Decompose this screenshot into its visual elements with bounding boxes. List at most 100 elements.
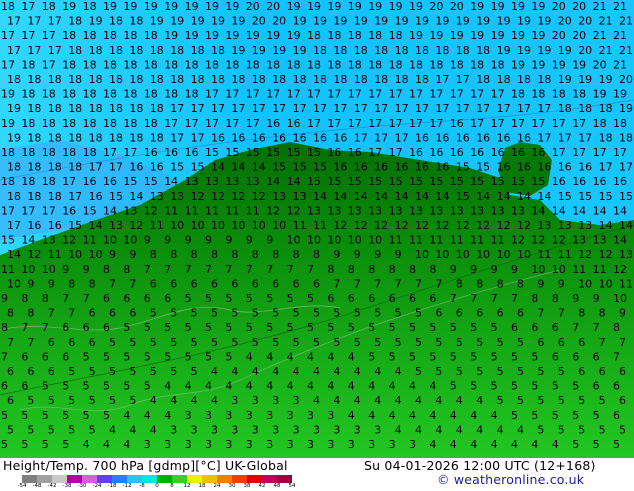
value-label: 9	[83, 263, 90, 276]
value-label: 18	[307, 29, 321, 42]
credit-link[interactable]: © weatheronline.co.uk	[437, 472, 584, 487]
value-label: 17	[307, 88, 321, 101]
value-label: 5	[62, 409, 69, 422]
value-label: 4	[185, 380, 192, 393]
value-label: 11	[450, 234, 464, 247]
value-label: 14	[287, 175, 301, 188]
value-label: 5	[578, 423, 585, 436]
color-scale-swatch	[247, 475, 263, 483]
value-label: 19	[62, 0, 76, 13]
value-label: 20	[272, 15, 286, 28]
value-label: 18	[109, 73, 123, 86]
value-label: 4	[83, 438, 90, 451]
value-label: 6	[103, 292, 110, 305]
value-label: 18	[123, 58, 137, 71]
value-label: 10	[348, 234, 362, 247]
value-label: 5	[225, 350, 232, 363]
value-label: 8	[68, 277, 75, 290]
value-label: 6	[7, 365, 14, 378]
value-label: 16	[327, 146, 341, 159]
value-label: 16	[613, 175, 627, 188]
value-label: 5	[450, 350, 457, 363]
value-label: 17	[89, 161, 103, 174]
value-label: 16	[150, 161, 164, 174]
value-label: 5	[1, 438, 8, 451]
value-label: 17	[7, 44, 21, 57]
value-label: 5	[395, 307, 402, 320]
value-label: 17	[435, 102, 449, 115]
value-label: 15	[348, 175, 362, 188]
value-label: 5	[497, 394, 504, 407]
value-label: 14	[537, 190, 551, 203]
value-label: 13	[537, 219, 551, 232]
value-label: 15	[450, 175, 464, 188]
value-label: 10	[231, 219, 245, 232]
value-label: 5	[558, 423, 565, 436]
value-label: 18	[185, 58, 199, 71]
value-label: 11	[409, 234, 423, 247]
value-label: 12	[578, 248, 592, 261]
value-label: 5	[150, 365, 157, 378]
value-label: 4	[272, 365, 279, 378]
value-label: 6	[456, 307, 463, 320]
value-label: 4	[491, 438, 498, 451]
value-label: 18	[374, 44, 388, 57]
value-label: 13	[409, 204, 423, 217]
value-label: 17	[246, 117, 260, 130]
value-label: 17	[368, 146, 382, 159]
value-label: 3	[272, 394, 279, 407]
value-label: 5	[415, 307, 422, 320]
value-label: 8	[368, 263, 375, 276]
value-label: 18	[497, 73, 511, 86]
value-label: 15	[307, 146, 321, 159]
value-label: 14	[613, 234, 627, 247]
value-label: 5	[62, 438, 69, 451]
value-label: 4	[429, 409, 436, 422]
color-scale-tick: -38	[62, 483, 72, 489]
value-label: 15	[389, 175, 403, 188]
value-label: 17	[48, 15, 62, 28]
value-label: 16	[252, 131, 266, 144]
value-label: 5	[517, 394, 524, 407]
color-scale-swatch	[202, 475, 218, 483]
value-label: 18	[83, 146, 97, 159]
value-label: 14	[395, 190, 409, 203]
value-label: 12	[266, 204, 280, 217]
value-label: 17	[27, 15, 41, 28]
value-label: 17	[456, 102, 470, 115]
value-label: 18	[435, 44, 449, 57]
value-label: 16	[415, 161, 429, 174]
value-label: 18	[48, 102, 62, 115]
value-label: 5	[205, 292, 212, 305]
value-label: 19	[511, 0, 525, 13]
value-label: 20	[552, 29, 566, 42]
value-label: 8	[89, 277, 96, 290]
value-label: 3	[231, 423, 238, 436]
value-label: 18	[476, 73, 490, 86]
value-label: 10	[435, 248, 449, 261]
value-label: 18	[123, 29, 137, 42]
value-label: 6	[48, 336, 55, 349]
value-label: 4	[287, 350, 294, 363]
value-label: 6	[552, 350, 559, 363]
value-label: 16	[333, 131, 347, 144]
value-label: 6	[293, 277, 300, 290]
value-label: 3	[170, 423, 177, 436]
value-label: 6	[613, 380, 620, 393]
value-label: 18	[272, 73, 286, 86]
value-label: 4	[450, 438, 457, 451]
value-label: 19	[450, 29, 464, 42]
value-label: 17	[205, 88, 219, 101]
value-label: 7	[109, 277, 116, 290]
value-label: 12	[415, 219, 429, 232]
value-label: 15	[476, 161, 490, 174]
value-label: 19	[348, 0, 362, 13]
value-label: 11	[491, 234, 505, 247]
value-label: 18	[83, 0, 97, 13]
value-label: 5	[619, 423, 626, 436]
value-label: 5	[531, 409, 538, 422]
value-label: 16	[231, 131, 245, 144]
value-label: 19	[517, 44, 531, 57]
value-label: 5	[470, 321, 477, 334]
color-scale	[22, 475, 292, 483]
